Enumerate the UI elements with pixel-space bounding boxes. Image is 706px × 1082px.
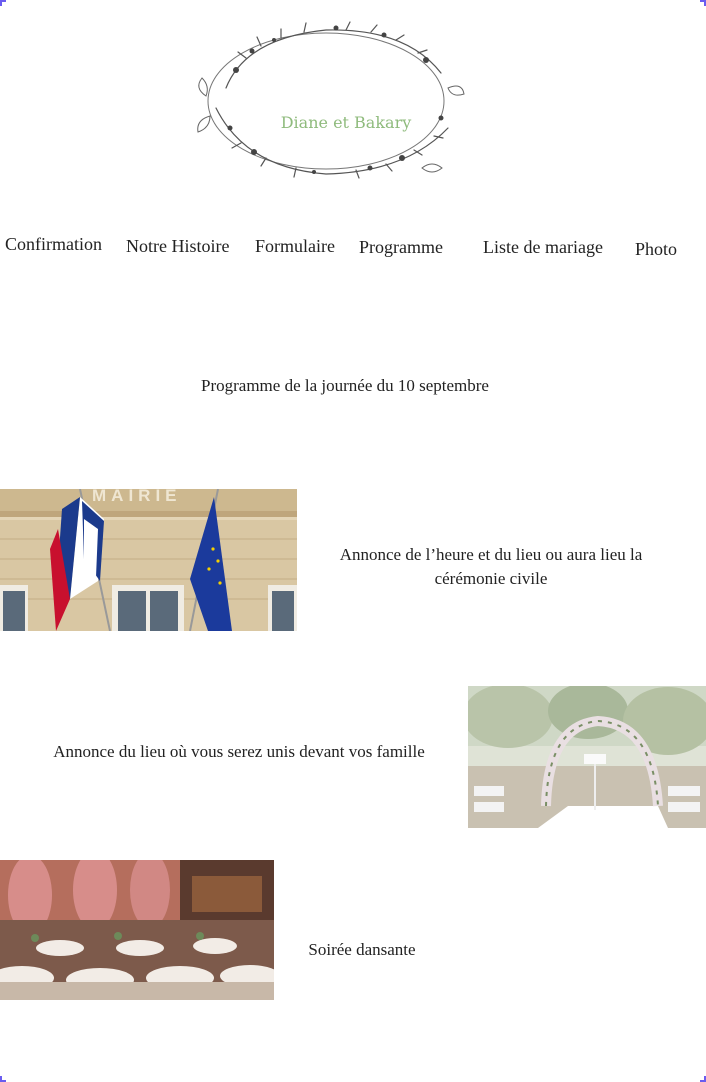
nav-item-photo[interactable]: Photo	[635, 239, 677, 260]
couple-name: Diane et Bakary	[280, 113, 412, 132]
town-hall-photo: MAIRIE	[0, 489, 297, 631]
nav-item-programme[interactable]: Programme	[359, 237, 443, 258]
event-caption-family-union: Annonce du lieu où vous serez unis devan…	[53, 742, 425, 761]
corner-marker-bottom-left	[0, 1076, 6, 1082]
corner-marker-top-right	[700, 0, 706, 6]
event-caption-dance-party: Soirée dansante	[308, 940, 416, 959]
nav-item-formulaire[interactable]: Formulaire	[255, 236, 335, 257]
reception-hall-photo	[0, 860, 274, 1000]
nav-item-confirmation[interactable]: Confirmation	[5, 234, 102, 255]
corner-marker-top-left	[0, 0, 6, 6]
floral-wreath-icon	[197, 21, 465, 179]
corner-marker-bottom-right	[700, 1076, 706, 1082]
nav-item-liste-de-mariage[interactable]: Liste de mariage	[483, 237, 603, 258]
outdoor-ceremony-photo	[468, 686, 706, 828]
nav-item-notre-histoire[interactable]: Notre Histoire	[126, 236, 229, 257]
mairie-sign: MAIRIE	[92, 489, 182, 505]
event-caption-civil-ceremony: Annonce de l’heure et du lieu ou aura li…	[339, 545, 643, 588]
program-title: Programme de la journée du 10 septembre	[201, 376, 489, 395]
wreath-logo: Diane et Bakary	[186, 18, 466, 184]
